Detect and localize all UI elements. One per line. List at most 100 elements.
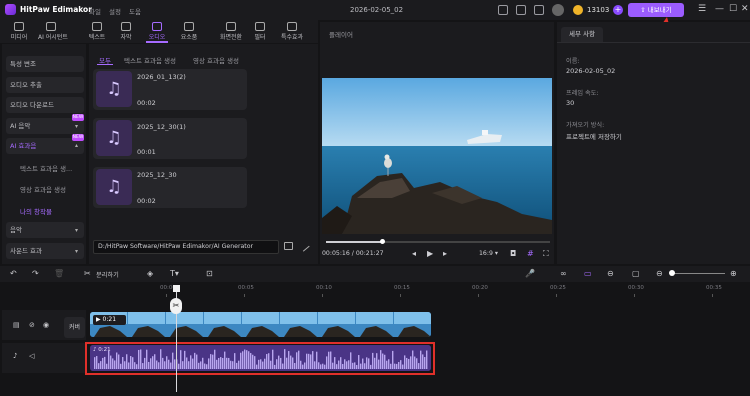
- tab-details[interactable]: 세부 사항: [561, 27, 603, 42]
- volume-icon[interactable]: ◁: [29, 352, 34, 360]
- text-icon[interactable]: T▾: [170, 269, 179, 278]
- play-icon[interactable]: ▶: [427, 249, 433, 258]
- timecode: 00:05:16 / 00:21:27: [322, 250, 384, 257]
- tool-transitions[interactable]: 화면전환: [218, 21, 244, 43]
- crop-icon[interactable]: ⊡: [206, 269, 213, 278]
- feedback-icon[interactable]: [516, 5, 526, 15]
- fit-icon[interactable]: ▢: [632, 269, 640, 278]
- chevron-up-icon[interactable]: ▴: [75, 142, 78, 149]
- ruler-tick: [478, 294, 479, 297]
- sidebar-item-music[interactable]: 음악: [6, 222, 84, 238]
- menu-help[interactable]: 도움: [129, 6, 141, 16]
- effects-icon: [287, 22, 297, 31]
- fullscreen-icon[interactable]: ⛶: [543, 249, 549, 259]
- subtab-text-sfx[interactable]: 텍스트 효과음 생성: [124, 55, 176, 65]
- scissors-icon[interactable]: ✂: [84, 269, 91, 278]
- tool-filters[interactable]: 필터: [247, 21, 273, 43]
- maximize-icon[interactable]: ☐: [729, 4, 737, 14]
- sidebar-item-label: 오디오 다운로드: [10, 101, 54, 109]
- grid-icon[interactable]: #: [527, 249, 534, 258]
- timeline-ruler[interactable]: [88, 282, 750, 298]
- tool-text[interactable]: 텍스트: [84, 21, 110, 43]
- tool-audio[interactable]: 오디오: [144, 21, 170, 43]
- tool-active-indicator: [146, 41, 168, 43]
- transition-icon: [226, 22, 236, 31]
- audio-card-duration: 00:02: [137, 99, 156, 107]
- ruler-tick-label: 00:05: [238, 285, 254, 291]
- prev-frame-icon[interactable]: ◂: [412, 249, 416, 258]
- sidebar-item-voice-change[interactable]: 특성 변조: [6, 56, 84, 72]
- sidebar-item-audio-download[interactable]: 오디오 다운로드: [6, 97, 84, 113]
- sidebar-sub-text-sfx[interactable]: 텍스트 효과음 생...: [20, 163, 72, 173]
- menu-icon[interactable]: ☰: [698, 4, 706, 14]
- zoom-out-icon[interactable]: ⊖: [656, 269, 663, 278]
- link-icon[interactable]: ∞: [560, 269, 567, 278]
- sidebar-item-sound-effects[interactable]: 사운드 효과: [6, 243, 84, 259]
- tool-media[interactable]: 미디어: [6, 21, 32, 43]
- ruler-tick-label: 00:25: [550, 285, 566, 291]
- chevron-down-icon[interactable]: ▾: [75, 123, 78, 130]
- save-path-field[interactable]: D:/HitPaw Software/HitPaw Edimakor/AI Ge…: [93, 240, 279, 254]
- menu-file[interactable]: 파일: [89, 6, 101, 16]
- microphone-icon[interactable]: 🎤: [525, 269, 535, 278]
- folder-icon[interactable]: [284, 242, 293, 250]
- tool-ai-assistant[interactable]: AI 어시턴트: [38, 21, 68, 43]
- chain-icon[interactable]: ⊖: [607, 269, 614, 278]
- close-icon[interactable]: ✕: [741, 4, 749, 14]
- text-icon: [92, 22, 102, 31]
- tool-subtitles[interactable]: 자막: [113, 21, 139, 43]
- undo-icon[interactable]: ↶: [10, 269, 17, 278]
- aspect-ratio-value: 16:9: [479, 250, 493, 257]
- lock-icon[interactable]: ⊘: [29, 321, 35, 329]
- sidebar-item-audio-extract[interactable]: 오디오 추출: [6, 77, 84, 93]
- sidebar-sub-my-creations[interactable]: 나의 창작물: [20, 206, 52, 216]
- playhead-scissors-icon[interactable]: ✂: [170, 298, 182, 314]
- app-logo: [5, 4, 16, 15]
- delete-icon[interactable]: 🗑: [54, 269, 64, 278]
- prop-framerate-value: 30: [566, 99, 575, 107]
- cover-button[interactable]: 커버: [64, 317, 85, 338]
- snap-icon[interactable]: ▭: [584, 269, 592, 278]
- snapshot-icon[interactable]: ◘: [510, 249, 516, 258]
- redo-icon[interactable]: ↷: [32, 269, 39, 278]
- track-icon[interactable]: ▤: [13, 321, 20, 329]
- eye-icon[interactable]: ◉: [43, 321, 49, 329]
- minimize-icon[interactable]: —: [715, 4, 724, 14]
- avatar[interactable]: [552, 4, 564, 16]
- zoom-slider[interactable]: [670, 273, 725, 274]
- tool-label: 텍스트: [88, 34, 106, 41]
- ruler-tick-label: 00:30: [628, 285, 644, 291]
- audio-thumbnail: ♫: [96, 71, 132, 107]
- music-note-icon[interactable]: ♪: [13, 352, 17, 360]
- ruler-tick-label: 00:20: [472, 285, 488, 291]
- calendar-icon[interactable]: [534, 5, 544, 15]
- sidebar-item-label: AI 음악: [10, 122, 31, 130]
- add-credits-button[interactable]: +: [613, 5, 623, 15]
- ruler-tick: [166, 294, 167, 297]
- monitor-icon[interactable]: [498, 5, 508, 15]
- subtab-video-sfx[interactable]: 영상 효과음 생성: [193, 55, 239, 65]
- document-title: 2026-02-05_02: [350, 6, 404, 14]
- zoom-handle[interactable]: [669, 270, 675, 276]
- shield-icon[interactable]: ◈: [147, 269, 153, 278]
- ruler-tick: [634, 294, 635, 297]
- ruler-tick: [244, 294, 245, 297]
- tool-elements[interactable]: 요소품: [176, 21, 202, 43]
- aspect-ratio-select[interactable]: 16:9 ▾: [479, 250, 498, 257]
- chevron-down-icon[interactable]: ▾: [75, 227, 78, 234]
- progress-handle[interactable]: [380, 239, 385, 244]
- video-clip[interactable]: [90, 312, 431, 337]
- next-frame-icon[interactable]: ▸: [443, 249, 447, 258]
- tool-effects[interactable]: 특수효과: [279, 21, 305, 43]
- menu-settings[interactable]: 설정: [109, 6, 121, 16]
- total-time: 00:21:27: [355, 250, 384, 257]
- zoom-in-icon[interactable]: ⊕: [730, 269, 737, 278]
- tool-label: 오디오: [148, 34, 166, 41]
- sidebar-item-label: 오디오 추출: [10, 81, 42, 89]
- sidebar-sub-video-sfx[interactable]: 영상 효과음 생성: [20, 184, 66, 194]
- chevron-down-icon[interactable]: ▾: [75, 248, 78, 255]
- export-button[interactable]: ⇪ 내보내기: [628, 3, 684, 17]
- playhead-marker[interactable]: [173, 285, 180, 292]
- video-preview[interactable]: [322, 78, 552, 234]
- split-button-label[interactable]: 분리하기: [96, 270, 119, 279]
